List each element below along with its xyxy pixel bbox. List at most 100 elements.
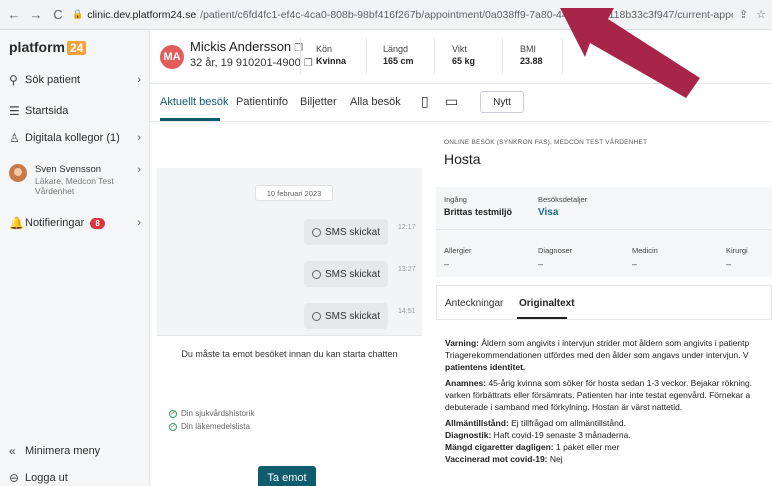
minimize-menu-label: Minimera meny	[25, 445, 101, 457]
medicine-value: –	[632, 259, 638, 269]
chat-bubble-icon	[311, 269, 321, 279]
sidebar-item-notifications[interactable]: 🔔 Notifieringar 8 ›	[9, 216, 141, 230]
chat-message: SMS skickat	[304, 303, 388, 329]
share-icon[interactable]: ⇪	[739, 8, 748, 21]
patient-details: 32 år, 19 910201-4900 ❐	[190, 57, 313, 69]
message-time: 13:27	[398, 266, 416, 273]
accept-visit-button[interactable]: Ta emot	[258, 466, 316, 486]
chat-bubble-icon	[311, 227, 321, 237]
copy-icon[interactable]: ❐	[294, 43, 303, 54]
stat-height: Längd 165 cm	[383, 44, 414, 66]
copy-icon[interactable]: ❐	[304, 58, 313, 69]
logout-icon: ⊖	[9, 471, 20, 485]
stat-value: 65 kg	[452, 56, 476, 66]
tab-tickets[interactable]: Biljetter	[300, 96, 337, 108]
sidebar-item-label: Digitala kollegor (1)	[25, 132, 120, 144]
visit-details-label: Besöksdetaljer	[538, 195, 588, 204]
list-icon: ☰	[9, 104, 20, 118]
allergies-label: Allergier	[444, 246, 472, 255]
minimize-menu-button[interactable]: « Minimera meny	[9, 444, 141, 458]
bookmark-star-icon[interactable]: ☆	[756, 8, 766, 21]
check-item-label: Din läkemedelslista	[181, 422, 250, 431]
forward-icon[interactable]: →	[28, 7, 44, 22]
message-text: SMS skickat	[324, 268, 380, 280]
stat-label: Vikt	[452, 44, 467, 54]
chat-notice-panel: Du måste ta emot besöket innan du kan st…	[157, 335, 422, 486]
sidebar-item-digital-colleagues[interactable]: ♙ Digitala kollegor (1) ›	[9, 131, 141, 145]
info-divider	[436, 229, 772, 230]
stat-bmi: BMI 23.88	[520, 44, 543, 66]
user-avatar	[9, 164, 27, 182]
diagnoses-label: Diagnoser	[538, 246, 573, 255]
back-icon[interactable]: ←	[6, 7, 22, 22]
message-time: 12:17	[398, 224, 416, 231]
double-chevron-left-icon: «	[9, 444, 16, 458]
chat-header	[157, 128, 422, 168]
tab-current-visit[interactable]: Aktuellt besök	[160, 96, 228, 108]
note-line: Allmäntillstånd: Ej tillfrågad om allmän…	[445, 418, 626, 428]
note-line: Vaccinerad mot covid-19: Nej	[445, 454, 563, 464]
chevron-right-icon: ›	[137, 132, 141, 144]
chat-message: SMS skickat	[304, 261, 388, 287]
message-text: SMS skickat	[324, 226, 380, 238]
video-icon[interactable]: ▭	[445, 93, 458, 110]
stat-value: 23.88	[520, 56, 543, 66]
tab-notes[interactable]: Anteckningar	[445, 298, 503, 309]
visit-details-link[interactable]: Visa	[538, 207, 558, 218]
note-line: patientens identitet.	[445, 362, 526, 372]
patient-name-text: Mickis Andersson	[190, 39, 292, 54]
chat-bubble-icon	[311, 311, 321, 321]
ingang-value: Brittas testmiljö	[444, 207, 513, 217]
message-time: 14:51	[398, 308, 416, 315]
sidebar: platform 24 ⚲ Sök patient › ☰ Startsida ♙…	[0, 30, 150, 486]
tab-patient-info[interactable]: Patientinfo	[236, 96, 288, 108]
chevron-right-icon: ›	[137, 164, 141, 176]
note-line: Varning: Åldern som angivits i intervjun…	[445, 338, 750, 348]
visit-tabs: Aktuellt besök Patientinfo Biljetter All…	[150, 84, 772, 122]
check-item: ✓ Din läkemedelslista	[169, 422, 250, 431]
stat-value: Kvinna	[316, 56, 347, 66]
check-item: ✓ Din sjukvårdshistorik	[169, 409, 254, 418]
stat-label: BMI	[520, 44, 537, 54]
ingang-label: Ingång	[444, 195, 467, 204]
reload-icon[interactable]: C	[50, 7, 66, 22]
document-icon[interactable]: ▯	[421, 93, 429, 110]
chat-notice-text: Du måste ta emot besöket innan du kan st…	[181, 349, 398, 359]
sidebar-item-label: Notifieringar	[25, 217, 85, 229]
sidebar-item-search-patient[interactable]: ⚲ Sök patient ›	[9, 73, 141, 87]
address-bar[interactable]: 🔒 clinic.dev.platform24.se/patient/c6fd4…	[72, 9, 733, 21]
note-line: Mängd cigaretter dagligen: 1 paket eller…	[445, 442, 620, 452]
logout-button[interactable]: ⊖ Logga ut	[9, 471, 141, 485]
message-text: SMS skickat	[324, 310, 380, 322]
stat-sex: Kön Kvinna	[316, 44, 346, 66]
note-line: Diagnostik: Haft covid-19 senaste 3 måna…	[445, 430, 631, 440]
check-circle-icon: ✓	[169, 422, 177, 431]
visit-type: ONLINE BESÖK (SYNKRON FAS), MEDCON TEST …	[444, 139, 648, 146]
logo[interactable]: platform 24	[9, 39, 87, 55]
bell-icon: 🔔	[9, 216, 24, 230]
notification-badge: 8	[90, 217, 105, 229]
chat-panel: 10 februari 2023 SMS skickat 12:17 SMS s…	[157, 128, 422, 486]
active-tab-indicator	[160, 118, 220, 121]
new-button[interactable]: Nytt	[480, 91, 524, 113]
tab-all-visits[interactable]: Alla besök	[350, 96, 401, 108]
surgery-label: Kirurgi	[726, 246, 748, 255]
visit-details-panel: ONLINE BESÖK (SYNKRON FAS), MEDCON TEST …	[436, 128, 772, 486]
tab-original-text[interactable]: Originaltext	[519, 298, 575, 309]
chevron-right-icon: ›	[137, 74, 141, 86]
stat-label: Längd	[383, 44, 409, 54]
stat-value: 165 cm	[383, 56, 414, 66]
medicine-label: Medicin	[632, 246, 658, 255]
url-path: /patient/c6fd4fc1-ef4c-4ca0-808b-98bf416…	[200, 8, 733, 21]
chevron-right-icon: ›	[137, 217, 141, 229]
sidebar-item-label: Sök patient	[25, 74, 81, 86]
logo-text: platform	[9, 39, 65, 55]
logo-number: 24	[67, 41, 87, 55]
note-line: debuterade i samband med förkylning. Hos…	[445, 402, 683, 412]
note-line: Triagerekommendationen utfördes med den …	[445, 350, 749, 360]
chat-message: SMS skickat	[304, 219, 388, 245]
sidebar-item-user[interactable]: Sven Svensson Läkare, Medcon Test Vården…	[9, 164, 141, 196]
check-circle-icon: ✓	[169, 409, 177, 418]
lock-icon: 🔒	[72, 9, 84, 19]
sidebar-item-startsida[interactable]: ☰ Startsida	[9, 104, 141, 118]
